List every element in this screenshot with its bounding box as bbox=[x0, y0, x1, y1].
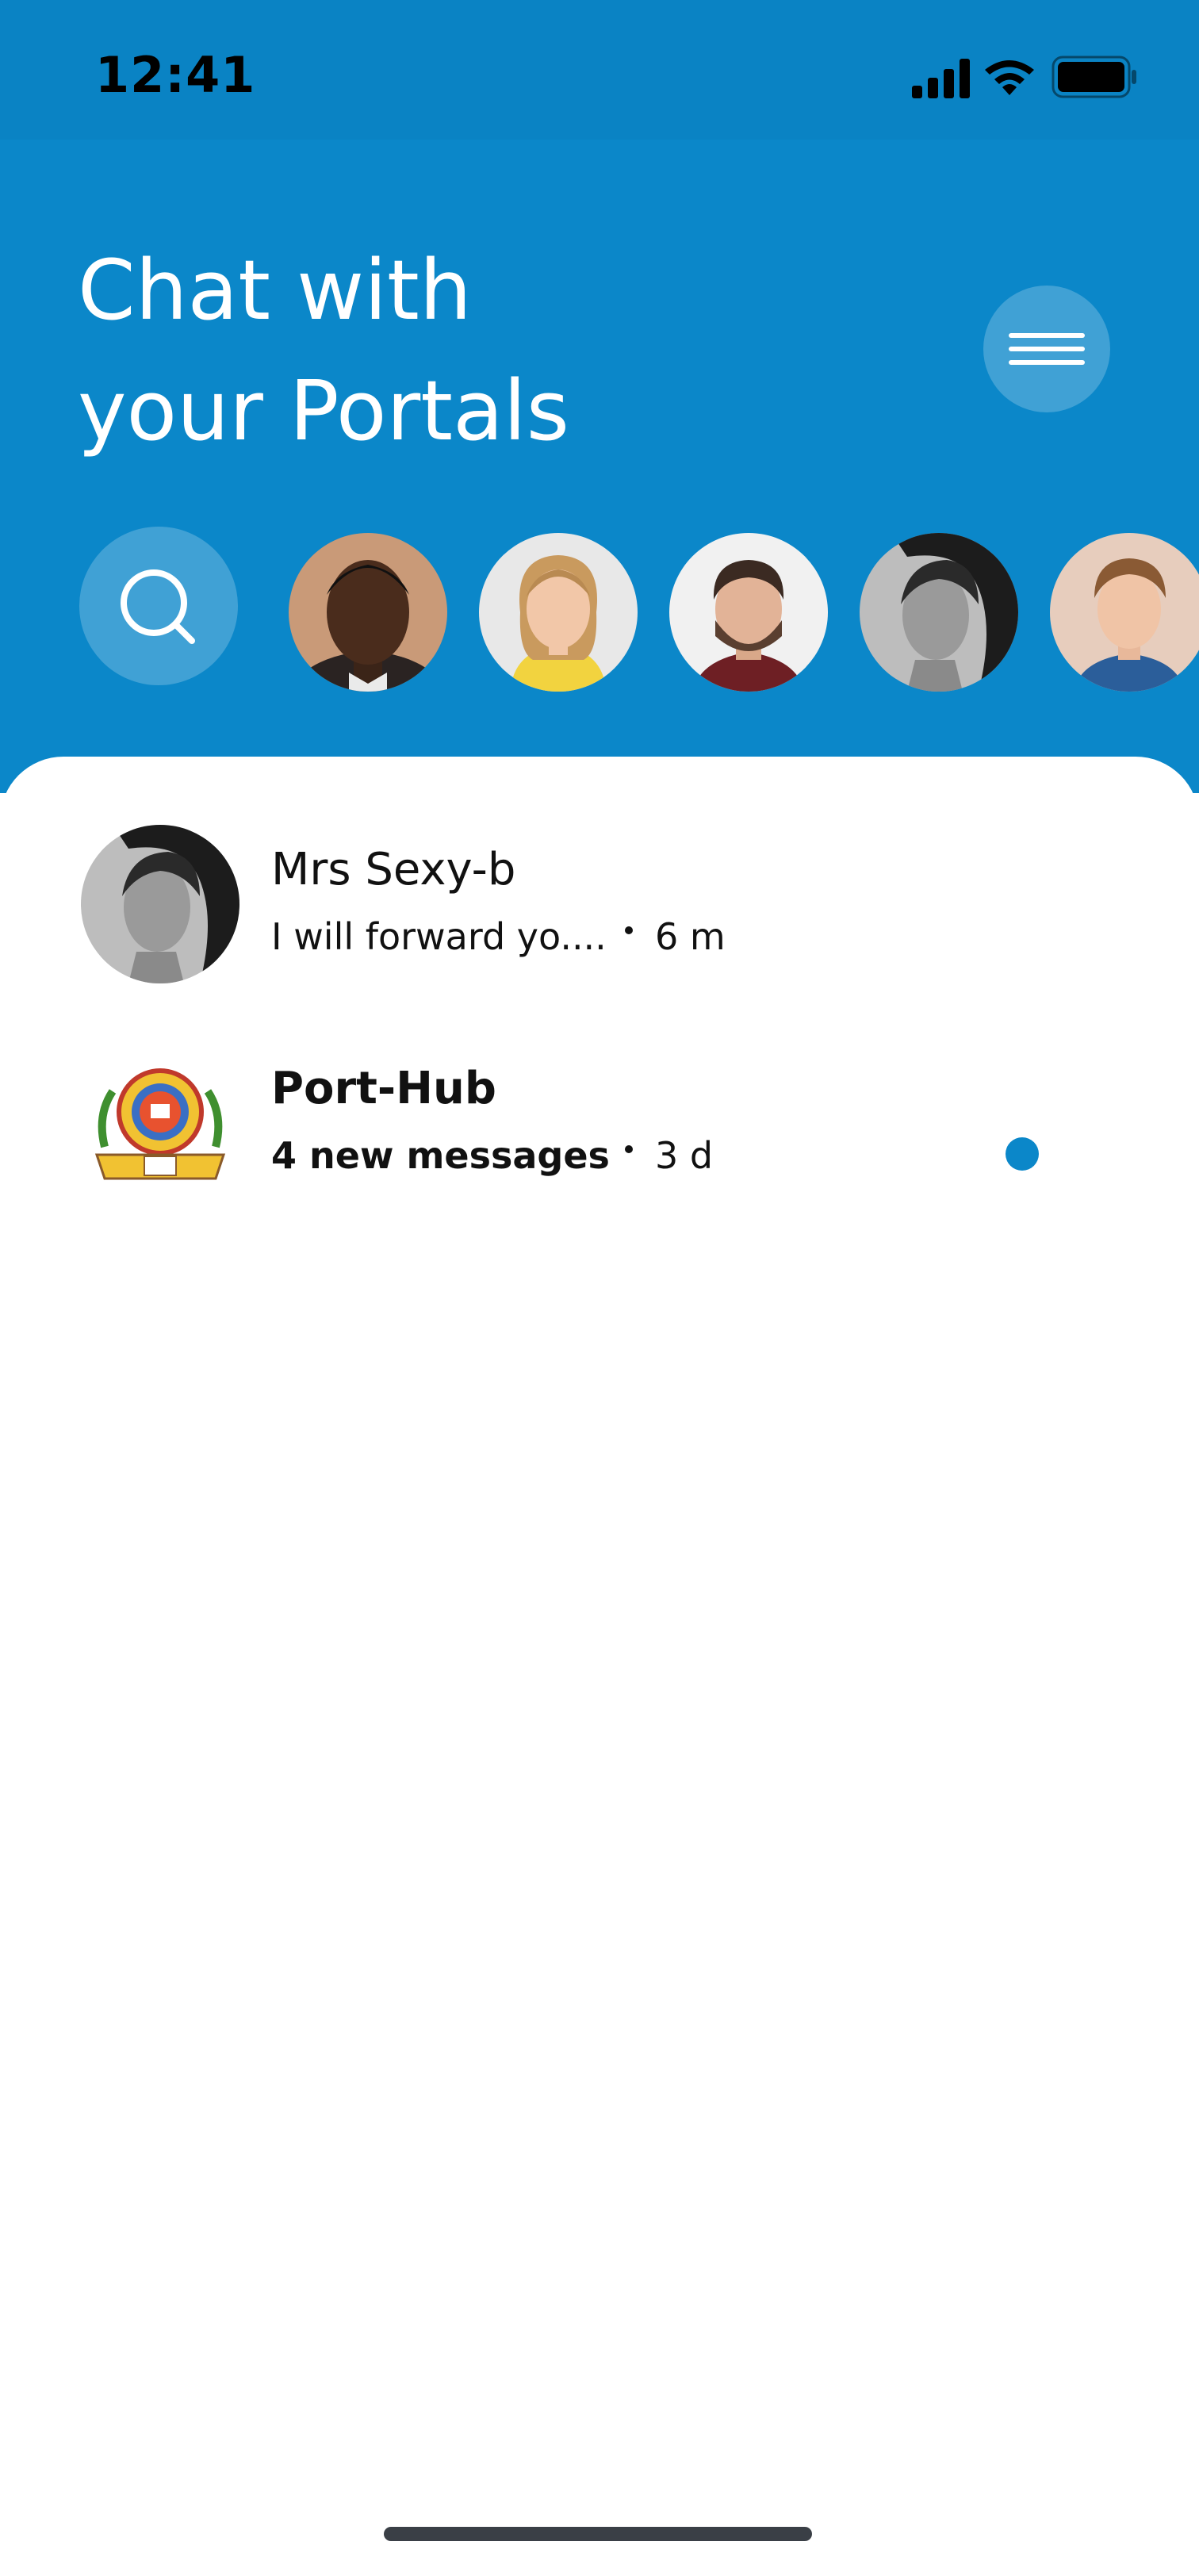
story-avatar-3[interactable] bbox=[669, 533, 828, 692]
avatar bbox=[289, 533, 447, 692]
hamburger-menu-icon bbox=[1009, 333, 1085, 365]
chat-preview: I will forward yo.... bbox=[271, 915, 607, 958]
story-avatar-5[interactable] bbox=[1050, 533, 1199, 692]
cellular-signal-icon bbox=[912, 59, 970, 98]
page-title: Chat with your Portals bbox=[78, 230, 791, 471]
separator-dot bbox=[625, 926, 633, 934]
avatar bbox=[669, 533, 828, 692]
status-time: 12:41 bbox=[95, 46, 256, 104]
search-icon bbox=[121, 569, 195, 644]
menu-button[interactable] bbox=[983, 286, 1110, 412]
search-button[interactable] bbox=[79, 527, 238, 685]
page-title-line-2: your Portals bbox=[78, 362, 569, 459]
story-avatar-4[interactable] bbox=[860, 533, 1018, 692]
chat-name: Port-Hub bbox=[271, 1063, 496, 1114]
avatar bbox=[479, 533, 638, 692]
chat-name: Mrs Sexy-b bbox=[271, 844, 516, 895]
battery-icon bbox=[1052, 56, 1136, 98]
chat-row-mrs-sexy-b[interactable]: Mrs Sexy-b I will forward yo.... 6 m bbox=[0, 809, 1199, 999]
wifi-icon bbox=[985, 60, 1034, 95]
chat-time: 3 d bbox=[655, 1134, 714, 1177]
chat-time: 6 m bbox=[655, 915, 726, 958]
avatar bbox=[860, 533, 1018, 692]
chat-preview: 4 new messages bbox=[271, 1134, 610, 1177]
home-indicator[interactable] bbox=[384, 2527, 812, 2541]
status-bar: 12:41 bbox=[0, 0, 1199, 140]
separator-dot bbox=[625, 1145, 633, 1153]
page-title-line-1: Chat with bbox=[78, 242, 472, 339]
unread-indicator bbox=[1006, 1137, 1039, 1171]
avatar bbox=[1050, 533, 1199, 692]
story-avatar-2[interactable] bbox=[479, 533, 638, 692]
avatar bbox=[81, 825, 239, 983]
story-avatar-1[interactable] bbox=[289, 533, 447, 692]
chat-row-port-hub[interactable]: Port-Hub 4 new messages 3 d bbox=[0, 1028, 1199, 1218]
school-crest-logo bbox=[81, 1044, 239, 1202]
